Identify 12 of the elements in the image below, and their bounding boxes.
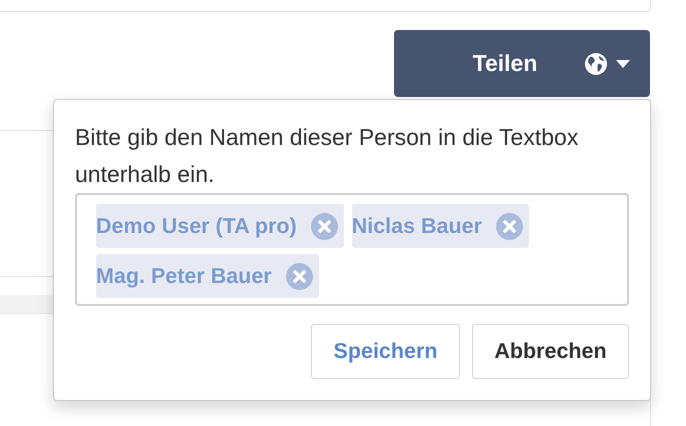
globe-icon xyxy=(584,52,608,76)
instruction-text: Bitte gib den Namen dieser Person in die Textbox unterhalb ein. xyxy=(75,123,580,189)
name-tag: Demo User (TA pro) xyxy=(96,204,344,248)
cancel-button[interactable]: Abbrechen xyxy=(472,324,629,379)
name-tag: Niclas Bauer xyxy=(352,204,529,248)
name-tag: Mag. Peter Bauer xyxy=(96,254,319,298)
caret-icon xyxy=(616,60,630,68)
remove-icon[interactable] xyxy=(286,262,313,290)
share-button[interactable]: Teilen xyxy=(394,30,650,97)
remove-icon[interactable] xyxy=(496,212,523,240)
save-button[interactable]: Speichern xyxy=(311,324,460,379)
remove-icon[interactable] xyxy=(310,212,338,240)
